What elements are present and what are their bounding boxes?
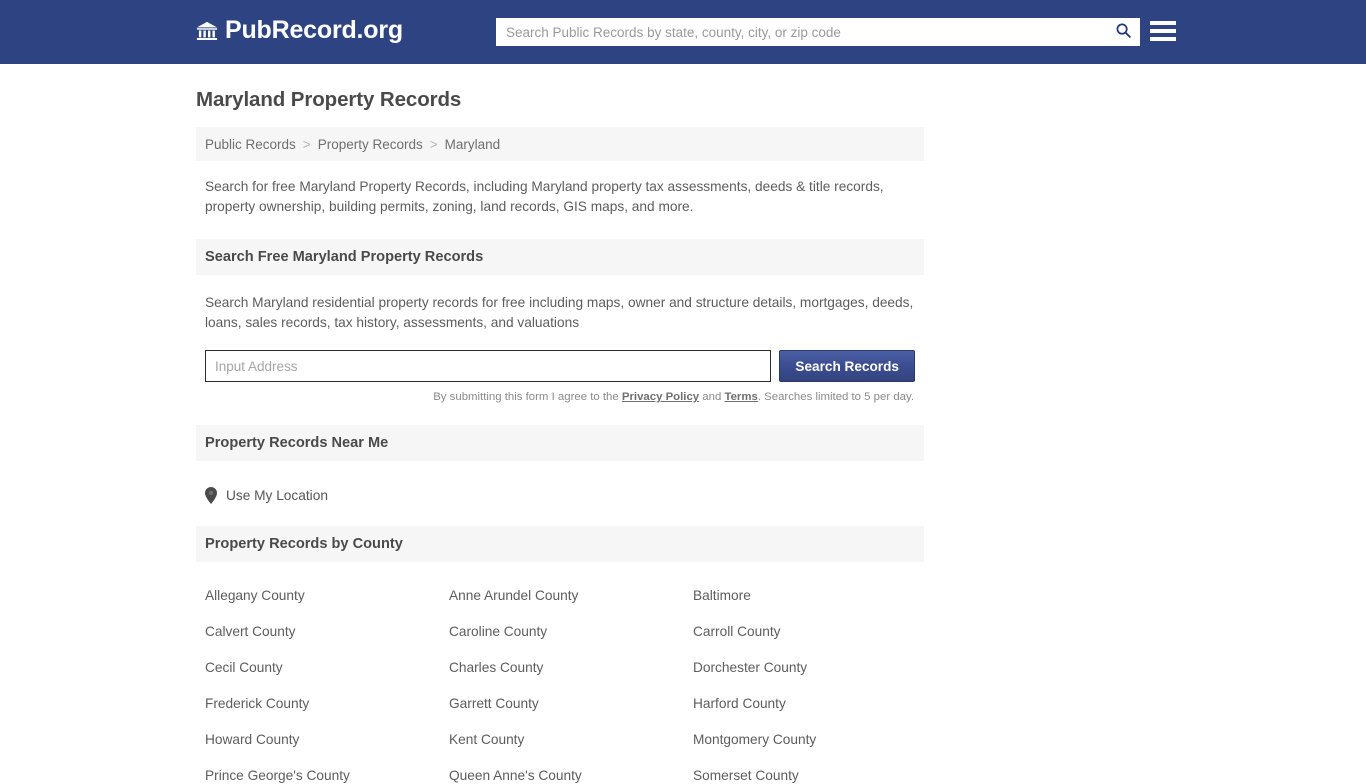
county-links-grid: Allegany County Anne Arundel County Baltim… [205, 588, 915, 784]
site-header: PubRecord.org [0, 0, 1366, 64]
county-link[interactable]: Allegany County [205, 588, 449, 604]
county-link[interactable]: Frederick County [205, 696, 449, 712]
county-link[interactable]: Baltimore [693, 588, 915, 604]
county-link[interactable]: Anne Arundel County [449, 588, 693, 604]
search-icon [1115, 22, 1132, 42]
search-section-body: Search Maryland residential property rec… [196, 293, 924, 403]
county-link[interactable]: Kent County [449, 732, 693, 748]
breadcrumb-separator: > [302, 136, 311, 152]
county-link[interactable]: Calvert County [205, 624, 449, 640]
terms-link[interactable]: Terms [724, 391, 757, 403]
page-intro-text: Search for free Maryland Property Record… [205, 179, 884, 214]
hamburger-bar [1150, 37, 1176, 41]
search-input[interactable] [496, 18, 1106, 46]
county-link[interactable]: Dorchester County [693, 660, 915, 676]
county-link[interactable]: Caroline County [449, 624, 693, 640]
bank-building-icon [196, 20, 218, 42]
use-my-location-button[interactable]: Use My Location [205, 487, 328, 504]
privacy-policy-link[interactable]: Privacy Policy [622, 391, 699, 403]
search-disclaimer: By submitting this form I agree to the P… [205, 391, 915, 403]
breadcrumb: Public Records > Property Records > Mary… [196, 127, 924, 161]
hamburger-bar [1150, 21, 1176, 25]
breadcrumb-item-public-records[interactable]: Public Records [205, 137, 296, 152]
county-link[interactable]: Queen Anne's County [449, 768, 693, 784]
county-link[interactable]: Montgomery County [693, 732, 915, 748]
main-content: Maryland Property Records Public Records… [196, 64, 924, 784]
disclaimer-and: and [699, 391, 725, 403]
disclaimer-prefix: By submitting this form I agree to the [433, 391, 622, 403]
county-link[interactable]: Harford County [693, 696, 915, 712]
address-input[interactable] [205, 350, 772, 382]
county-section-body: Allegany County Anne Arundel County Baltim… [196, 588, 924, 784]
breadcrumb-item-property-records[interactable]: Property Records [318, 137, 423, 152]
county-link[interactable]: Garrett County [449, 696, 693, 712]
search-section-heading: Search Free Maryland Property Records [196, 239, 924, 275]
near-me-section-body: Use My Location [196, 487, 924, 504]
county-link[interactable]: Howard County [205, 732, 449, 748]
county-link[interactable]: Charles County [449, 660, 693, 676]
search-button[interactable] [1106, 18, 1140, 46]
county-section-heading: Property Records by County [196, 526, 924, 562]
county-link[interactable]: Carroll County [693, 624, 915, 640]
near-me-section-heading: Property Records Near Me [196, 425, 924, 461]
address-search-form: Search Records [205, 350, 915, 382]
disclaimer-suffix: . Searches limited to 5 per day. [757, 391, 914, 403]
site-logo-text: PubRecord.org [225, 16, 403, 44]
page-title: Maryland Property Records [196, 88, 462, 111]
hamburger-bar [1150, 29, 1176, 33]
search-records-button[interactable]: Search Records [779, 350, 915, 382]
county-link[interactable]: Prince George's County [205, 768, 449, 784]
search-section-description: Search Maryland residential property rec… [205, 295, 914, 330]
site-logo[interactable]: PubRecord.org [196, 18, 403, 43]
use-my-location-label: Use My Location [226, 488, 328, 503]
header-search-bar [496, 18, 1140, 46]
map-pin-icon [205, 487, 217, 504]
county-link[interactable]: Somerset County [693, 768, 915, 784]
hamburger-menu-icon[interactable] [1150, 19, 1176, 43]
breadcrumb-separator: > [429, 136, 438, 152]
county-link[interactable]: Cecil County [205, 660, 449, 676]
breadcrumb-item-maryland: Maryland [444, 136, 501, 152]
